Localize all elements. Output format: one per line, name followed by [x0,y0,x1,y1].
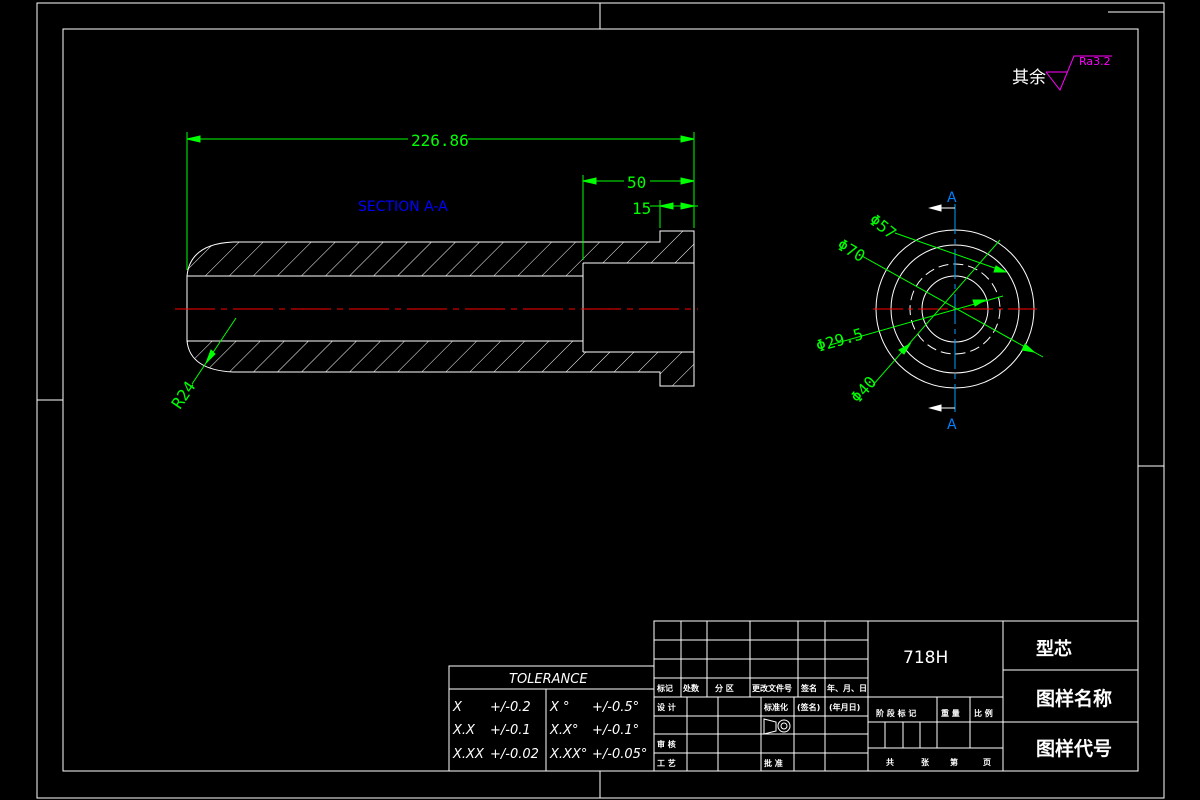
tol-row-3-lin-val: +/-0.02 [490,747,539,762]
signature-label: (签名) [797,702,820,712]
drawing-name-label: 图样名称 [1036,687,1112,710]
role-approve: 批 准 [764,758,783,768]
tol-row-3-ang-val: +/-0.05° [592,747,647,762]
section-label: SECTION A-A [358,199,448,215]
tol-row-1-lin-key: X [452,700,463,715]
tol-row-3-ang-key: X.XX° [549,747,587,762]
cad-drawing-canvas: 其余 Ra3.2 SECTION A-A 226.86 50 15 R24 A … [0,0,1200,800]
tol-row-1-ang-key: X ° [549,700,570,715]
tol-row-1-lin-val: +/-0.2 [490,700,531,715]
cut-label-top: A [947,190,957,206]
sheet-footer-total: 共 [886,757,894,767]
tol-row-2-lin-key: X.X [452,723,476,738]
drawing-code-label: 图样代号 [1036,737,1112,760]
stage-header-scale: 比 例 [974,708,993,718]
material-text: 718H [903,648,948,668]
cut-label-bottom: A [947,417,957,433]
rev-header-date: 年、月、日 [827,683,867,693]
tol-row-2-ang-key: X.X° [549,723,578,738]
rev-header-zone: 分 区 [715,683,734,693]
rev-header-doc: 更改文件号 [752,683,792,693]
role-design: 设 计 [657,702,676,712]
date-label: (年月日) [829,702,860,712]
roughness-value: Ra3.2 [1079,55,1111,68]
part-name: 型芯 [1036,638,1072,660]
tol-row-2-lin-val: +/-0.1 [490,723,531,738]
stage-header-mark: 阶 段 标 记 [876,708,916,718]
sheet-footer-page: 页 [983,758,991,767]
standardize-label: 标准化 [763,702,788,712]
dim-overall-text: 226.86 [411,131,469,150]
dim-50-text: 50 [627,173,646,192]
tolerance-title: TOLERANCE [509,672,588,687]
stage-header-weight: 重 量 [941,708,960,718]
tol-row-2-ang-val: +/-0.1° [592,723,639,738]
tol-row-1-ang-val: +/-0.5° [592,700,639,715]
dim-15-text: 15 [632,199,651,218]
roughness-prefix: 其余 [1012,68,1046,88]
sheet-footer-sheets: 张 [921,758,930,767]
rev-header-mark: 标记 [656,683,673,693]
rev-header-count: 处数 [682,683,700,693]
role-check: 审 核 [657,739,676,749]
role-process: 工 艺 [657,758,676,768]
rev-header-sign: 签名 [800,683,817,693]
sheet-footer-no: 第 [950,757,958,767]
tol-row-3-lin-key: X.XX [452,747,485,762]
